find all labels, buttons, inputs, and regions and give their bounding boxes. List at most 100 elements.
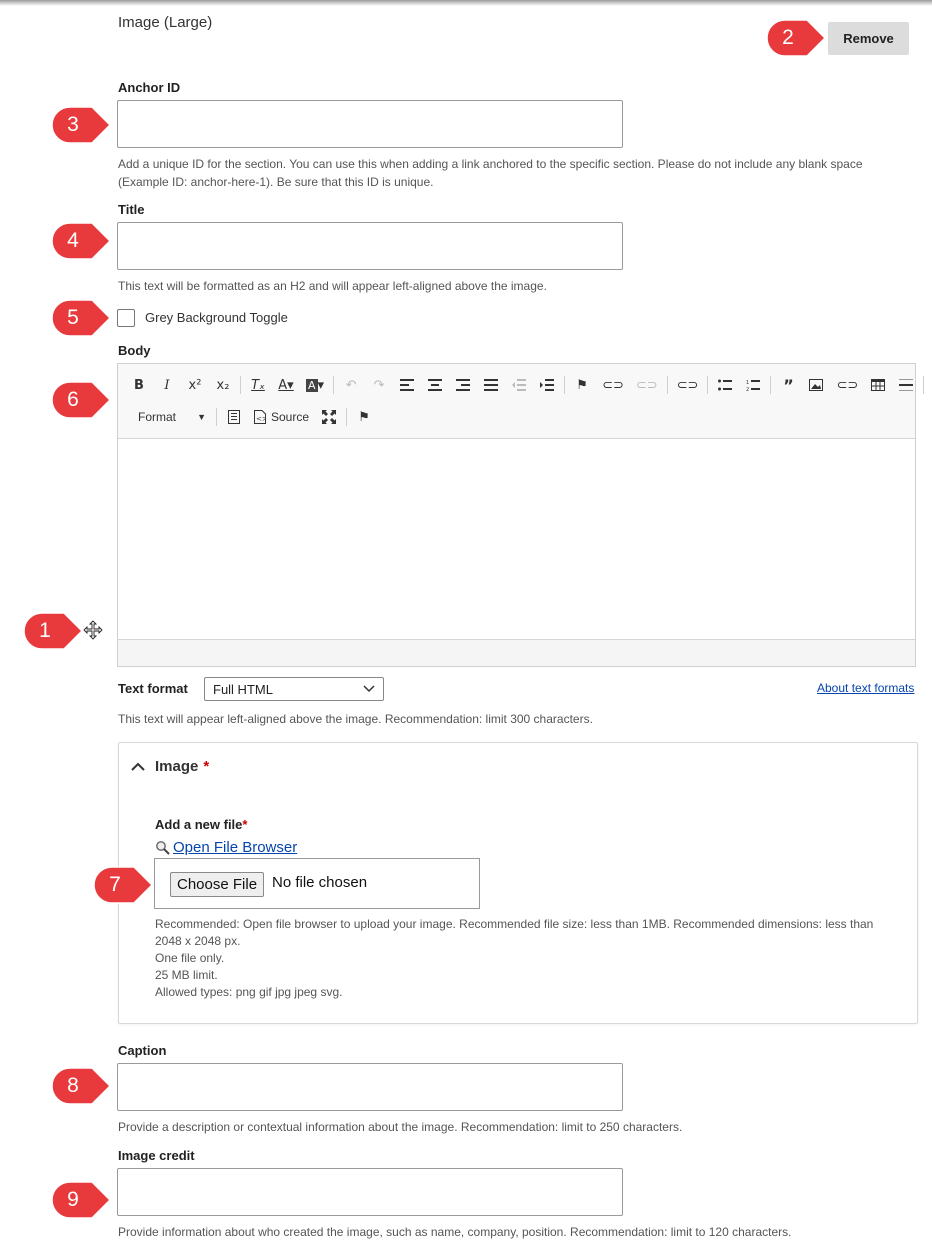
chevron-down-icon (363, 685, 375, 693)
text-color-icon[interactable]: A▾ (275, 374, 297, 396)
align-left-icon[interactable] (396, 374, 418, 396)
outdent-icon[interactable] (508, 374, 530, 396)
toolbar-separator (216, 408, 217, 426)
anchor-id-description: Add a unique ID for the section. You can… (118, 157, 863, 189)
superscript-icon[interactable]: x² (184, 374, 206, 396)
text-format-description: This text will appear left-aligned above… (118, 712, 593, 726)
italic-icon[interactable]: I (156, 374, 178, 396)
subscript-icon[interactable]: x₂ (212, 374, 234, 396)
marker-number: 3 (67, 113, 79, 136)
redo-icon[interactable]: ↷ (368, 374, 390, 396)
text-format-selected: Full HTML (213, 681, 273, 697)
required-marker: * (242, 817, 248, 832)
toolbar-separator (923, 376, 925, 394)
file-help-recommended: Recommended: Open file browser to upload… (155, 917, 874, 948)
about-text-formats-link[interactable]: About text formats (817, 681, 914, 695)
template-icon[interactable] (223, 406, 245, 428)
top-divider (0, 0, 932, 6)
required-marker: * (203, 758, 210, 775)
anchor-flag-icon[interactable]: ⚑ (353, 406, 375, 428)
text-format-select[interactable]: Full HTML (204, 677, 384, 701)
numbered-list-icon[interactable]: 12 (742, 374, 764, 396)
toolbar-separator (346, 408, 348, 426)
title-label: Title (118, 202, 145, 217)
source-icon: <> (254, 410, 266, 424)
anchor-flag-icon[interactable]: ⚑ (571, 374, 593, 396)
toolbar-separator (707, 376, 709, 394)
remove-format-icon[interactable]: Tₓ (247, 374, 269, 396)
marker-number: 4 (67, 229, 79, 252)
title-description: This text will be formatted as an H2 and… (118, 279, 547, 293)
table-icon[interactable] (867, 374, 889, 396)
annotation-marker-9: 9 (50, 1180, 112, 1220)
align-right-icon[interactable] (452, 374, 474, 396)
body-editor-content[interactable] (118, 439, 915, 639)
image-credit-description: Provide information about who created th… (118, 1225, 792, 1239)
body-label: Body (118, 343, 151, 358)
image-legend-label: Image (155, 758, 199, 775)
caption-label: Caption (118, 1043, 167, 1058)
toolbar-separator (333, 376, 335, 394)
grey-background-checkbox[interactable] (117, 309, 135, 327)
chevron-down-icon: ▼ (197, 412, 206, 422)
svg-text:<>: <> (256, 415, 266, 423)
blockquote-icon[interactable]: ” (777, 374, 799, 396)
section-title: Image (Large) (118, 14, 213, 31)
choose-file-button[interactable]: Choose File (170, 872, 265, 897)
annotation-marker-4: 4 (50, 221, 112, 261)
annotation-marker-2: 2 (765, 18, 827, 58)
image-icon[interactable] (805, 374, 827, 396)
caption-description: Provide a description or contextual info… (118, 1120, 683, 1134)
source-button[interactable]: <> Source (251, 406, 312, 428)
annotation-marker-1: 1 (22, 611, 84, 651)
horizontal-rule-icon[interactable] (895, 374, 917, 396)
grey-background-label: Grey Background Toggle (145, 310, 288, 325)
caption-input[interactable] (117, 1063, 623, 1111)
bold-icon[interactable]: B (128, 374, 150, 396)
image-legend[interactable]: Image * (131, 758, 209, 775)
anchor-id-label: Anchor ID (118, 80, 181, 95)
align-center-icon[interactable] (424, 374, 446, 396)
format-dropdown-label: Format (138, 410, 177, 424)
link-icon[interactable]: ⊂⊃ (833, 374, 861, 396)
justify-icon[interactable] (480, 374, 502, 396)
marker-number: 6 (67, 388, 79, 411)
link-icon[interactable]: ⊂⊃ (674, 374, 702, 396)
undo-icon[interactable]: ↶ (340, 374, 362, 396)
annotation-marker-3: 3 (50, 105, 112, 145)
no-file-chosen-text: No file chosen (272, 874, 368, 891)
svg-text:1: 1 (746, 380, 749, 386)
marker-number: 1 (39, 619, 51, 642)
marker-number: 5 (67, 306, 79, 329)
toolbar-separator (770, 376, 772, 394)
add-file-label: Add a new file* (155, 817, 247, 832)
magnifier-icon (156, 840, 170, 855)
background-color-icon[interactable]: A ▾ (303, 374, 327, 396)
marker-number: 9 (67, 1188, 79, 1211)
format-dropdown[interactable]: Format ▼ (128, 406, 210, 428)
file-help-text: Recommended: Open file browser to upload… (155, 916, 895, 1001)
open-file-browser-link[interactable]: Open File Browser (173, 839, 297, 856)
annotation-marker-7: 7 (92, 865, 154, 905)
editor-toolbar: B I x² x₂ Tₓ A▾ A ▾ ↶ ↷ ⚑ ⊂⊃ ⊂⊃ ⊂⊃ 1 2 ”… (118, 364, 925, 439)
bulleted-list-icon[interactable] (714, 374, 736, 396)
file-browser-row: Open File Browser (155, 839, 297, 856)
indent-icon[interactable] (536, 374, 558, 396)
marker-number: 2 (782, 26, 794, 49)
source-label: Source (271, 410, 310, 424)
anchor-id-input[interactable] (117, 100, 623, 148)
link-icon[interactable]: ⊂⊃ (599, 374, 627, 396)
marker-number: 7 (109, 873, 121, 896)
text-format-label: Text format (118, 681, 188, 696)
annotation-marker-8: 8 (50, 1066, 112, 1106)
body-editor: B I x² x₂ Tₓ A▾ A ▾ ↶ ↷ ⚑ ⊂⊃ ⊂⊃ ⊂⊃ 1 2 ”… (117, 363, 925, 667)
move-handle-icon[interactable] (83, 620, 103, 640)
maximize-icon[interactable] (318, 406, 340, 428)
image-credit-input[interactable] (117, 1168, 623, 1216)
remove-button[interactable]: Remove (828, 22, 909, 55)
toolbar-row-2: Format ▼ <> Source ⚑ (128, 406, 381, 428)
title-input[interactable] (117, 222, 623, 270)
toolbar-separator (240, 376, 241, 394)
unlink-icon[interactable]: ⊂⊃ (633, 374, 661, 396)
add-file-label-text: Add a new file (155, 817, 243, 832)
